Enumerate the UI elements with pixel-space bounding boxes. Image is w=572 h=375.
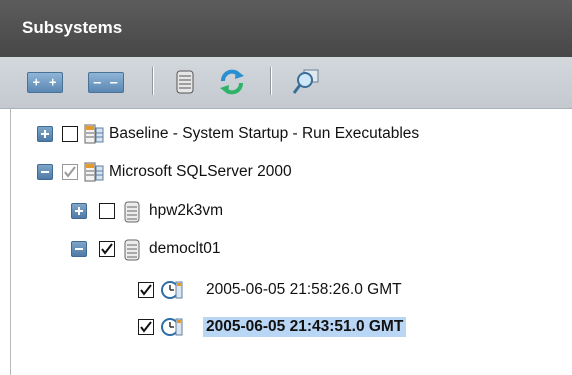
tree-item-snapshot-selected[interactable]: 2005-06-05 21:43:51.0 GMT	[11, 314, 571, 340]
database-button[interactable]	[176, 70, 194, 99]
collapse-all-button[interactable]: – –	[88, 72, 124, 93]
item-checkbox[interactable]	[62, 164, 78, 180]
toolbar-separator	[270, 67, 272, 95]
collapse-minus-icon[interactable]	[37, 164, 53, 180]
tree-item-snapshot[interactable]: 2005-06-05 21:58:26.0 GMT	[11, 277, 571, 303]
panel-title-bar: Subsystems	[0, 0, 572, 57]
tree-item-label: Microsoft SQLServer 2000	[109, 163, 292, 180]
tree-item-label: hpw2k3vm	[149, 202, 224, 219]
collapse-minus-icon[interactable]	[71, 241, 87, 257]
expand-all-icon: + +	[32, 75, 58, 89]
collapse-all-icon: – –	[93, 75, 119, 89]
snapshot-clock-icon	[161, 318, 183, 336]
search-icon	[292, 69, 319, 94]
tree-item-label: 2005-06-05 21:58:26.0 GMT	[206, 281, 402, 298]
tree-item-label-selected: 2005-06-05 21:43:51.0 GMT	[203, 317, 407, 337]
panel-title: Subsystems	[22, 18, 123, 37]
tree-item-democlt01[interactable]: democlt01	[11, 236, 571, 262]
item-checkbox[interactable]	[62, 126, 78, 142]
server-icon	[124, 239, 140, 261]
item-checkbox[interactable]	[138, 319, 154, 335]
tree-item-sqlserver[interactable]: Microsoft SQLServer 2000	[11, 159, 571, 185]
system-table-icon	[84, 162, 104, 182]
subsystems-panel: Subsystems + + – – Baseline - System Sta…	[0, 0, 572, 375]
search-button[interactable]	[292, 68, 320, 101]
expand-plus-icon[interactable]	[37, 126, 53, 142]
toolbar: + + – –	[0, 57, 572, 109]
item-checkbox[interactable]	[99, 203, 115, 219]
snapshot-clock-icon	[161, 281, 183, 299]
toolbar-separator	[152, 67, 154, 95]
tree-item-label: democlt01	[149, 240, 221, 257]
item-checkbox[interactable]	[138, 282, 154, 298]
refresh-icon	[220, 69, 244, 95]
tree-item-baseline[interactable]: Baseline - System Startup - Run Executab…	[11, 121, 571, 147]
expand-plus-icon[interactable]	[71, 203, 87, 219]
system-table-icon	[84, 124, 104, 144]
refresh-button[interactable]	[218, 69, 246, 100]
tree-item-label: Baseline - System Startup - Run Executab…	[109, 125, 420, 142]
expand-all-button[interactable]: + +	[27, 72, 63, 93]
item-checkbox[interactable]	[99, 241, 115, 257]
server-icon	[124, 201, 140, 223]
database-icon	[176, 70, 194, 94]
subsystem-tree: Baseline - System Startup - Run Executab…	[10, 109, 572, 375]
tree-item-hpw2k3vm[interactable]: hpw2k3vm	[11, 198, 571, 224]
